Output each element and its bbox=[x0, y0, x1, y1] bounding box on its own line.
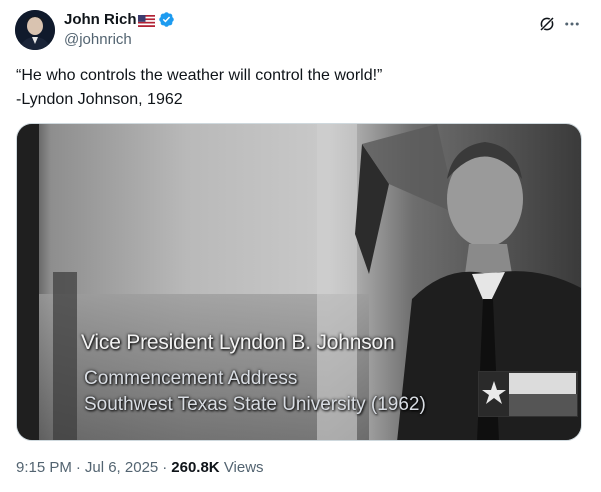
display-name-row: John Rich bbox=[64, 10, 175, 29]
display-name[interactable]: John Rich bbox=[64, 11, 137, 28]
avatar[interactable] bbox=[15, 10, 55, 50]
meta-separator: · bbox=[162, 459, 168, 476]
video-caption-event: Commencement Address bbox=[84, 368, 298, 389]
tweet-date[interactable]: Jul 6, 2025 bbox=[85, 459, 158, 476]
views-count[interactable]: 260.8K bbox=[171, 459, 219, 476]
user-handle[interactable]: @johnrich bbox=[64, 31, 175, 48]
tweet-text: “He who controls the weather will contro… bbox=[16, 64, 576, 112]
video-caption-school: Southwest Texas State University (1962) bbox=[84, 394, 426, 415]
tweet-meta: 9:15 PM · Jul 6, 2025 · 260.8K Views bbox=[16, 459, 264, 476]
verified-badge-icon[interactable] bbox=[158, 11, 175, 28]
tweet-text-line-quote: “He who controls the weather will contro… bbox=[16, 67, 383, 84]
tweet-time[interactable]: 9:15 PM bbox=[16, 459, 72, 476]
views-label: Views bbox=[223, 459, 264, 476]
user-info: John Rich @johnrich bbox=[64, 10, 175, 48]
tweet-card: John Rich @johnrich “He who controls the… bbox=[0, 0, 601, 492]
us-flag-icon bbox=[137, 14, 155, 27]
more-horizontal-icon[interactable] bbox=[563, 15, 581, 33]
grok-icon[interactable] bbox=[538, 15, 556, 33]
tweet-text-line-attribution: -Lyndon Johnson, 1962 bbox=[16, 91, 183, 108]
meta-separator: · bbox=[75, 459, 81, 476]
video-caption-name: Vice President Lyndon B. Johnson bbox=[81, 331, 395, 354]
video-media[interactable]: Vice President Lyndon B. Johnson Commenc… bbox=[16, 123, 582, 441]
